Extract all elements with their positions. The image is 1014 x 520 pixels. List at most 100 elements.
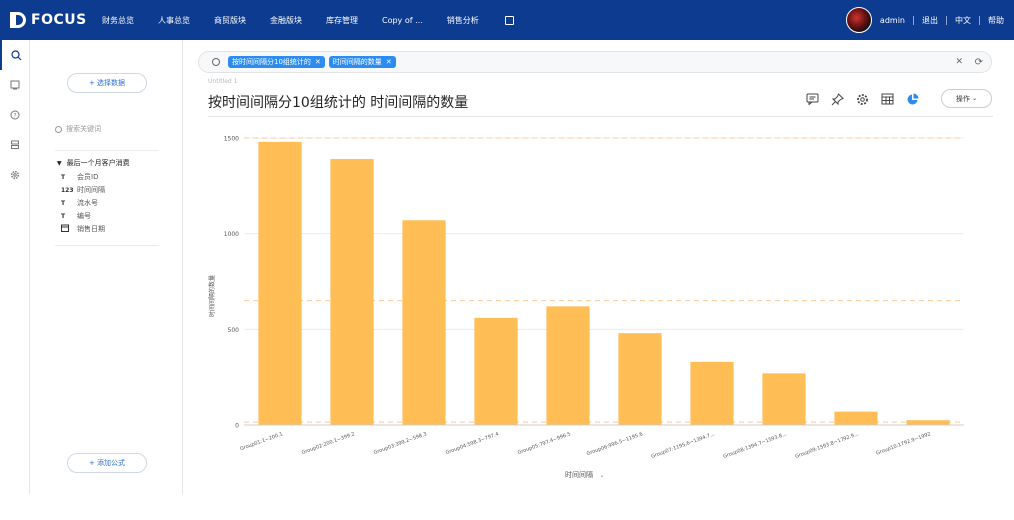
operate-label: 操作 xyxy=(955,94,970,103)
add-formula-button[interactable]: + 添加公式 xyxy=(67,453,147,473)
field-name: 时间间隔 xyxy=(77,186,105,194)
chart-toolbar xyxy=(805,92,930,106)
search-icon xyxy=(55,125,62,133)
username[interactable]: admin xyxy=(880,16,905,25)
y-tick-label: 1000 xyxy=(224,231,239,238)
top-navigation-bar: FOCUS 财务总览 人事总览 商贸版块 金融版块 库存管理 Copy of .… xyxy=(0,0,1014,40)
search-bar[interactable]: 按时间间隔分10组统计的 ✕ 时间间隔的数量 ✕ ✕ ⟳ xyxy=(198,51,992,73)
search-token[interactable]: 按时间间隔分10组统计的 ✕ xyxy=(228,56,325,68)
nav-item-financial[interactable]: 金融版块 xyxy=(270,15,302,26)
pinboard-icon[interactable] xyxy=(0,70,30,100)
bar-chart: 0 500 1000 1500 Group01:1~200.1 Group02:200.1… xyxy=(208,136,964,479)
text-type-icon: T xyxy=(61,212,66,220)
x-tick-label: Group09:1593.8~1792.9... xyxy=(794,431,860,460)
table-view-icon[interactable] xyxy=(880,92,894,106)
nav-item-trade[interactable]: 商贸版块 xyxy=(214,15,246,26)
x-tick-label: Group02:200.1~399.2 xyxy=(301,431,356,456)
field-item[interactable]: T 编号 xyxy=(61,211,91,221)
nav-item-sales[interactable]: 销售分析 xyxy=(447,15,479,26)
nav-item-hr[interactable]: 人事总览 xyxy=(158,15,190,26)
table-tree-node[interactable]: ▼ 最后一个月客户消费 xyxy=(57,158,130,168)
x-tick-label: Group10:1792.9~1992 xyxy=(875,431,931,456)
field-name: 编号 xyxy=(77,212,91,220)
divider xyxy=(913,15,914,25)
question-icon[interactable]: ? xyxy=(0,100,30,130)
divider xyxy=(979,15,980,25)
search-token[interactable]: 时间间隔的数量 ✕ xyxy=(328,56,396,68)
operate-dropdown[interactable]: 操作 ⌄ xyxy=(941,89,992,108)
nav-item-copy[interactable]: Copy of ... xyxy=(382,16,423,25)
caret-down-icon[interactable]: ▼ xyxy=(57,160,62,167)
focus-logo[interactable]: FOCUS xyxy=(10,12,88,28)
bar xyxy=(474,317,518,425)
chart-view-icon[interactable] xyxy=(905,92,919,106)
field-item[interactable]: T 流水号 xyxy=(61,198,98,208)
text-type-icon: T xyxy=(61,173,66,181)
field-name: 会员ID xyxy=(77,173,99,181)
bar xyxy=(762,373,806,425)
x-tick-label: Group03:399.2~598.3 xyxy=(373,431,428,456)
y-axis-label: 时间间隔的数量 xyxy=(208,275,216,317)
divider xyxy=(55,150,159,151)
chevron-down-icon: ⌄ xyxy=(599,472,604,479)
field-name: 流水号 xyxy=(77,199,98,207)
field-item[interactable]: 销售日期 xyxy=(61,224,105,234)
clear-search-icon[interactable]: ✕ xyxy=(955,57,963,67)
chevron-down-icon: ⌄ xyxy=(972,95,978,102)
y-tick-label: 500 xyxy=(228,327,240,334)
field-name: 销售日期 xyxy=(77,225,105,233)
field-item[interactable]: 123 时间间隔 xyxy=(61,185,105,195)
main-nav: 财务总览 人事总览 商贸版块 金融版块 库存管理 Copy of ... 销售分… xyxy=(102,0,514,40)
bar xyxy=(330,159,374,425)
nav-item-finance[interactable]: 财务总览 xyxy=(102,15,134,26)
refresh-icon[interactable]: ⟳ xyxy=(975,57,983,68)
search-icon xyxy=(212,58,220,66)
remove-token-icon[interactable]: ✕ xyxy=(386,58,392,66)
search-nav-icon[interactable] xyxy=(0,40,30,70)
pin-icon[interactable] xyxy=(830,92,844,106)
x-tick-label: Group01:1~200.1 xyxy=(239,431,283,452)
comment-icon[interactable] xyxy=(805,92,819,106)
answer-name[interactable]: Untitled 1 xyxy=(208,78,237,85)
main-area: 按时间间隔分10组统计的 ✕ 时间间隔的数量 ✕ ✕ ⟳ Untitled 1 按时… xyxy=(184,40,1014,494)
bar xyxy=(618,333,662,425)
x-tick-label: Group04:598.3~797.4 xyxy=(445,431,500,456)
divider xyxy=(946,15,947,25)
bar xyxy=(906,420,950,425)
choose-data-button[interactable]: + 选择数据 xyxy=(67,73,147,93)
nav-item-inventory[interactable]: 库存管理 xyxy=(326,15,358,26)
field-item[interactable]: T 会员ID xyxy=(61,172,98,182)
keyword-search-input[interactable]: 搜索关键词 xyxy=(55,124,101,134)
keyword-placeholder: 搜索关键词 xyxy=(66,125,101,133)
edit-nav-icon[interactable] xyxy=(504,15,514,25)
bar xyxy=(402,220,446,425)
calendar-icon xyxy=(61,224,77,234)
remove-token-icon[interactable]: ✕ xyxy=(315,58,321,66)
x-tick-label: Group07:1195.6~1394.7... xyxy=(650,431,716,460)
x-tick-label: Group06:996.5~1195.6 xyxy=(586,431,644,457)
data-icon[interactable] xyxy=(0,130,30,160)
bar xyxy=(258,141,302,425)
y-tick-label: 0 xyxy=(235,423,239,430)
help-link[interactable]: 帮助 xyxy=(988,15,1004,26)
user-area: admin 退出 中文 帮助 xyxy=(845,0,1004,40)
x-axis-label: 时间间隔 xyxy=(565,470,593,479)
logout-link[interactable]: 退出 xyxy=(922,15,938,26)
svg-text:?: ? xyxy=(13,113,16,120)
gear-icon[interactable] xyxy=(0,160,30,190)
divider xyxy=(208,116,993,117)
avatar[interactable] xyxy=(845,7,872,33)
bar xyxy=(690,361,734,425)
text-type-icon: T xyxy=(61,199,66,207)
settings-icon[interactable] xyxy=(855,92,869,106)
icon-sidebar: ? xyxy=(0,40,30,494)
table-name: 最后一个月客户消费 xyxy=(66,159,130,167)
page-title: 按时间间隔分10组统计的 时间间隔的数量 xyxy=(208,95,469,111)
x-tick-label: Group05:797.4~996.5 xyxy=(517,431,572,456)
logo-mark-icon xyxy=(10,12,26,28)
y-tick-label: 1500 xyxy=(224,136,239,143)
bar xyxy=(546,306,590,425)
logo-text: FOCUS xyxy=(31,12,87,28)
number-type-icon: 123 xyxy=(61,186,74,194)
language-switch[interactable]: 中文 xyxy=(955,15,971,26)
